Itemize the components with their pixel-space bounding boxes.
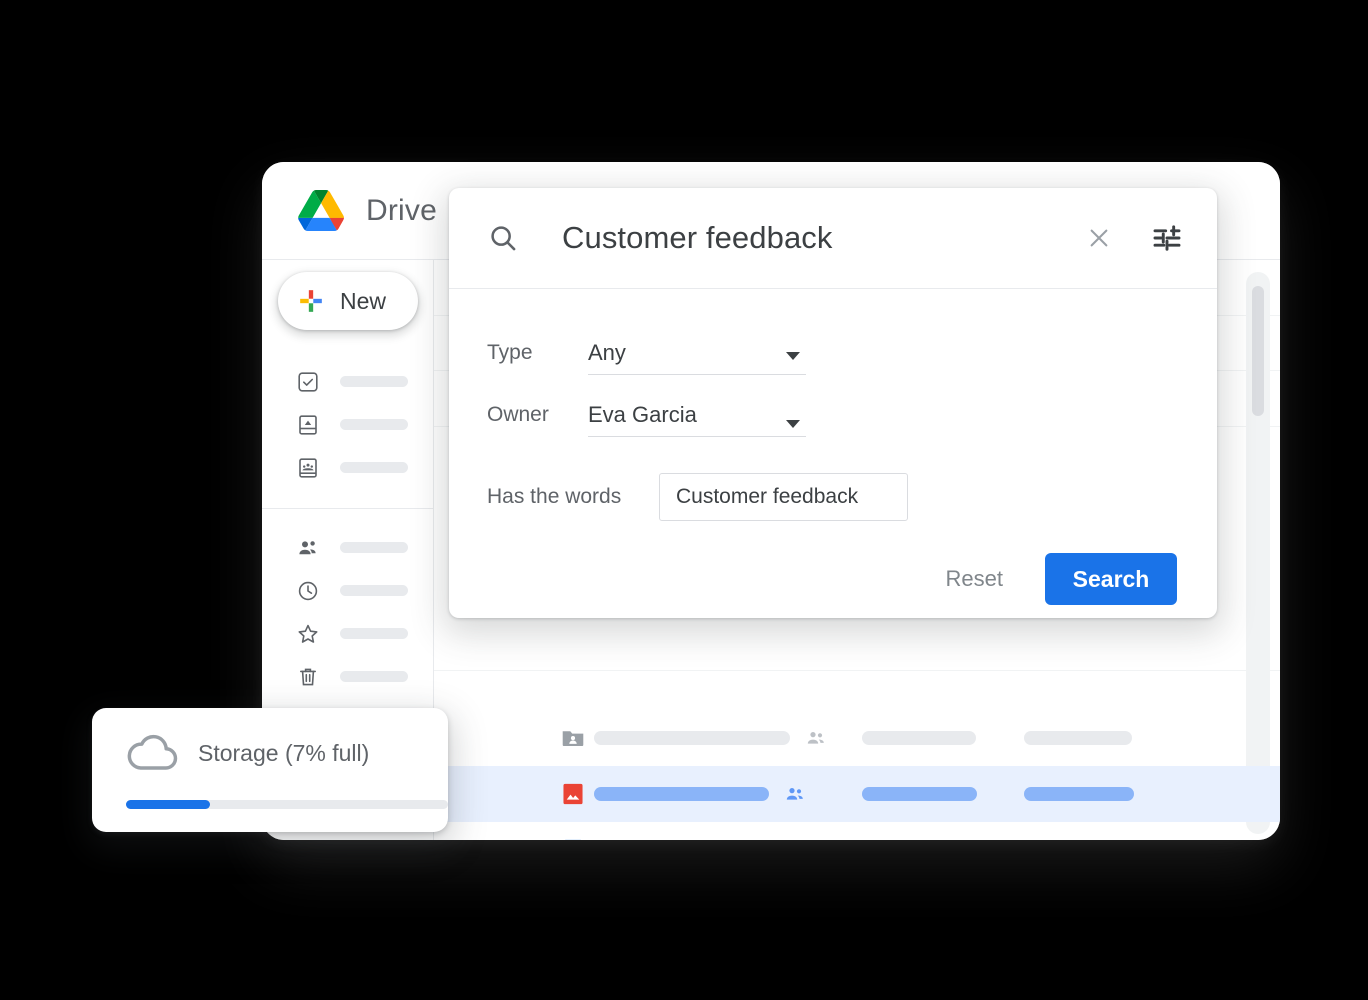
row-owner-placeholder: [862, 787, 977, 801]
workspaces-icon: [296, 456, 320, 480]
check-circle-icon: [296, 370, 320, 394]
type-select-value: Any: [588, 339, 626, 365]
storage-header: Storage (7% full): [92, 708, 448, 772]
people-icon: [783, 782, 807, 806]
sidebar-item-label-placeholder: [340, 419, 408, 430]
trash-bin-icon: [296, 665, 320, 689]
shared-people-icon: [296, 536, 320, 560]
google-doc-icon: [560, 837, 586, 840]
type-label: Type: [487, 341, 533, 364]
filter-field-owner: Owner Eva Garcia: [487, 391, 1179, 439]
sidebar-item-label-placeholder: [340, 671, 408, 682]
sidebar-item-label-placeholder: [340, 462, 408, 473]
shared-folder-icon: [560, 725, 586, 751]
sidebar-divider: [262, 508, 434, 509]
priority-inbox-icon: [296, 413, 320, 437]
storage-card[interactable]: Storage (7% full): [92, 708, 448, 832]
screenshot-stage: Drive New Customer feedback Type Any Own…: [0, 0, 1368, 1000]
advanced-search-dialog: Customer feedback Type Any Owner Eva Gar…: [449, 188, 1217, 618]
sidebar-item-starred[interactable]: [262, 612, 434, 655]
people-icon: [804, 726, 828, 750]
close-icon[interactable]: [1086, 225, 1112, 251]
image-file-icon: [560, 781, 586, 807]
new-button[interactable]: New: [278, 272, 418, 330]
storage-label: Storage (7% full): [198, 739, 370, 766]
google-drive-logo-icon: [298, 189, 344, 232]
sidebar-group-primary: [262, 360, 434, 489]
has-the-words-label: Has the words: [487, 485, 622, 508]
recent-clock-icon: [296, 579, 320, 603]
sidebar-item-shared-with-me[interactable]: [262, 526, 434, 569]
sidebar-item-label-placeholder: [340, 585, 408, 596]
owner-label: Owner: [487, 403, 549, 426]
sidebar-item-label-placeholder: [340, 542, 408, 553]
owner-select[interactable]: Eva Garcia: [588, 393, 806, 437]
filter-field-type: Type Any: [487, 329, 1179, 377]
starred-star-icon: [296, 622, 320, 646]
search-bar: Customer feedback: [449, 188, 1217, 289]
type-select[interactable]: Any: [588, 331, 806, 375]
row-date-placeholder: [1024, 731, 1132, 745]
search-icon: [487, 222, 519, 254]
sidebar-item-label-placeholder: [340, 628, 408, 639]
search-input[interactable]: Customer feedback: [562, 220, 833, 256]
sidebar-item-label-placeholder: [340, 376, 408, 387]
sidebar-group-secondary: [262, 526, 434, 698]
app-title: Drive: [366, 193, 438, 227]
row-owner-placeholder: [862, 731, 976, 745]
sidebar-item-trash[interactable]: [262, 655, 434, 698]
sidebar-item-workspaces[interactable]: [262, 446, 434, 489]
dialog-actions: Reset Search: [487, 553, 1179, 605]
storage-progress-fill: [126, 800, 210, 809]
new-button-label: New: [340, 287, 387, 314]
search-button[interactable]: Search: [1045, 553, 1177, 605]
reset-button[interactable]: Reset: [932, 556, 1017, 602]
plus-icon: [298, 288, 324, 314]
sidebar-item-recent[interactable]: [262, 569, 434, 612]
content-divider: [434, 670, 1280, 671]
has-the-words-input[interactable]: Customer feedback: [659, 473, 908, 521]
people-icon: [676, 838, 700, 840]
row-name-placeholder: [594, 731, 790, 745]
storage-progress-track: [126, 800, 448, 809]
chevron-down-icon: [786, 420, 800, 428]
row-name-placeholder: [594, 787, 769, 801]
filter-form: Type Any Owner Eva Garcia Has the words …: [449, 289, 1217, 605]
chevron-down-icon: [786, 352, 800, 360]
cloud-icon: [126, 734, 180, 772]
filter-field-has-the-words: Has the words Customer feedback: [487, 473, 1179, 521]
scrollbar-thumb[interactable]: [1252, 286, 1264, 416]
sidebar-item-suggested[interactable]: [262, 360, 434, 403]
row-date-placeholder: [1024, 787, 1134, 801]
owner-select-value: Eva Garcia: [588, 401, 697, 427]
sidebar-item-priority[interactable]: [262, 403, 434, 446]
tune-filter-icon[interactable]: [1151, 222, 1183, 254]
